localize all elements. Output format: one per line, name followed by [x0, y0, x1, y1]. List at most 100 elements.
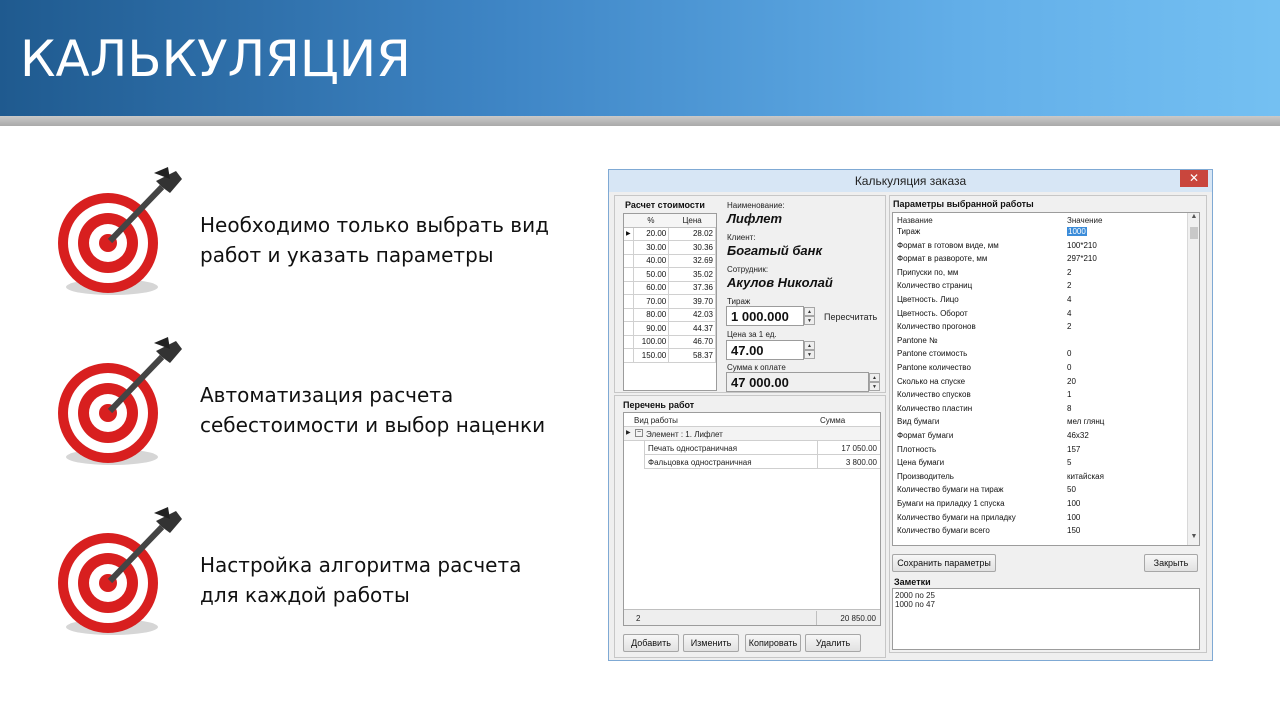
scroll-thumb[interactable]	[1190, 227, 1198, 239]
col-param-name[interactable]: Название	[897, 216, 933, 225]
param-value[interactable]: 100	[1067, 513, 1080, 522]
param-value[interactable]: 2	[1067, 281, 1071, 290]
table-row[interactable]: 50.00 35.02	[624, 267, 716, 282]
edit-button[interactable]: Изменить	[683, 634, 739, 652]
param-row[interactable]: Цветность. Лицо 4	[893, 295, 1189, 309]
param-row[interactable]: Плотность 157	[893, 445, 1189, 459]
spin-up-icon[interactable]: ▲	[869, 373, 880, 382]
unit-price-input[interactable]: 47.00	[726, 340, 804, 360]
param-value[interactable]: 0	[1067, 349, 1071, 358]
col-work-type[interactable]: Вид работы	[634, 416, 678, 425]
param-value[interactable]: 2	[1067, 268, 1071, 277]
param-value[interactable]: 46x32	[1067, 431, 1089, 440]
param-value[interactable]: 157	[1067, 445, 1080, 454]
param-row[interactable]: Количество бумаги всего 150	[893, 526, 1189, 540]
param-row[interactable]: Бумаги на приладку 1 спуска 100	[893, 499, 1189, 513]
param-value[interactable]: китайская	[1067, 472, 1104, 481]
param-row[interactable]: Количество страниц 2	[893, 281, 1189, 295]
param-value[interactable]: 1	[1067, 390, 1071, 399]
group-row[interactable]: ▶ − Элемент : 1. Лифлет	[624, 427, 880, 441]
param-name: Цветность. Оборот	[897, 308, 968, 318]
run-input[interactable]: 1 000.000	[726, 306, 804, 326]
param-name: Количество прогонов	[897, 322, 976, 332]
spin-up-icon[interactable]: ▲	[804, 341, 815, 350]
param-row[interactable]: Количество спусков 1	[893, 390, 1189, 404]
spin-up-icon[interactable]: ▲	[804, 307, 815, 316]
cost-panel-title: Расчет стоимости	[625, 200, 705, 210]
param-name: Тираж	[897, 227, 921, 236]
table-row[interactable]: 90.00 44.37	[624, 321, 716, 336]
bullet-item: Автоматизация расчета себестоимости и вы…	[50, 335, 570, 475]
param-row[interactable]: Формат бумаги 46x32	[893, 431, 1189, 445]
unit-price-label: Цена за 1 ед.	[727, 330, 777, 339]
table-row[interactable]: 70.00 39.70	[624, 294, 716, 309]
param-row[interactable]: Производитель китайская	[893, 472, 1189, 486]
works-panel-title: Перечень работ	[623, 400, 695, 410]
param-value[interactable]: 4	[1067, 309, 1071, 318]
param-value[interactable]: 297*210	[1067, 254, 1097, 263]
close-icon[interactable]: ✕	[1180, 170, 1208, 187]
param-value[interactable]: 5	[1067, 458, 1071, 467]
col-param-value[interactable]: Значение	[1067, 216, 1102, 225]
total-field: 47 000.00	[726, 372, 869, 392]
param-row[interactable]: Количество бумаги на приладку 100	[893, 513, 1189, 527]
param-row[interactable]: Тираж 1000	[893, 227, 1189, 241]
bullet-item: Необходимо только выбрать вид работ и ук…	[50, 165, 570, 305]
param-row[interactable]: Количество прогонов 2	[893, 322, 1189, 336]
param-row[interactable]: Pantone стоимость 0	[893, 349, 1189, 363]
param-value[interactable]: 1000	[1067, 227, 1087, 236]
param-row[interactable]: Цена бумаги 5	[893, 458, 1189, 472]
col-price[interactable]: Цена	[668, 214, 716, 228]
delete-button[interactable]: Удалить	[805, 634, 861, 652]
works-panel: Перечень работ Вид работы Сумма ▶ − Элем…	[614, 395, 886, 658]
param-row[interactable]: Формат в развороте, мм 297*210	[893, 254, 1189, 268]
param-row[interactable]: Количество бумаги на тираж 50	[893, 485, 1189, 499]
table-row[interactable]: 30.00 30.36	[624, 240, 716, 255]
param-value[interactable]: 0	[1067, 363, 1071, 372]
table-row[interactable]: 150.00 58.37	[624, 348, 716, 363]
save-params-button[interactable]: Сохранить параметры	[892, 554, 996, 572]
param-value[interactable]: мел глянц	[1067, 417, 1104, 426]
param-value[interactable]: 100*210	[1067, 241, 1097, 250]
price-grid[interactable]: % Цена ▶ 20.00 28.02 30.00 30.36 40.00 32.69…	[623, 213, 717, 391]
param-row[interactable]: Формат в готовом виде, мм 100*210	[893, 241, 1189, 255]
recalc-button[interactable]: Пересчитать	[824, 312, 877, 322]
param-name: Формат в готовом виде, мм	[897, 240, 999, 250]
param-value[interactable]: 8	[1067, 404, 1071, 413]
table-row[interactable]: Печать одностраничная 17 050.00	[644, 441, 880, 455]
param-value[interactable]: 100	[1067, 499, 1080, 508]
add-button[interactable]: Добавить	[623, 634, 679, 652]
param-row[interactable]: Цветность. Оборот 4	[893, 309, 1189, 323]
scroll-down-icon[interactable]: ▼	[1189, 533, 1199, 545]
col-percent[interactable]: %	[633, 214, 669, 228]
works-grid[interactable]: Вид работы Сумма ▶ − Элемент : 1. Лифлет…	[623, 412, 881, 626]
param-row[interactable]: Сколько на спуске 20	[893, 377, 1189, 391]
param-value[interactable]: 20	[1067, 377, 1076, 386]
param-row[interactable]: Pantone количество 0	[893, 363, 1189, 377]
copy-button[interactable]: Копировать	[745, 634, 801, 652]
param-row[interactable]: Вид бумаги мел глянц	[893, 417, 1189, 431]
table-row[interactable]: 100.00 46.70	[624, 335, 716, 349]
notes-textarea[interactable]: 2000 по 25 1000 по 47	[892, 588, 1200, 650]
param-row[interactable]: Pantone №	[893, 336, 1189, 350]
param-row[interactable]: Количество пластин 8	[893, 404, 1189, 418]
spin-down-icon[interactable]: ▼	[804, 316, 815, 325]
param-row[interactable]: Припуски по, мм 2	[893, 268, 1189, 282]
param-value[interactable]: 150	[1067, 526, 1080, 535]
spin-down-icon[interactable]: ▼	[804, 350, 815, 359]
table-row[interactable]: Фальцовка одностраничная 3 800.00	[644, 455, 880, 469]
collapse-icon[interactable]: −	[635, 429, 643, 437]
close-button[interactable]: Закрыть	[1144, 554, 1198, 572]
params-grid[interactable]: Название Значение Тираж 1000 Формат в гото…	[892, 212, 1200, 546]
table-row[interactable]: 60.00 37.36	[624, 281, 716, 295]
params-scrollbar[interactable]: ▲ ▼	[1187, 213, 1199, 545]
table-row[interactable]: ▶ 20.00 28.02	[624, 227, 716, 241]
table-row[interactable]: 40.00 32.69	[624, 254, 716, 268]
scroll-up-icon[interactable]: ▲	[1189, 213, 1199, 225]
param-value[interactable]: 4	[1067, 295, 1071, 304]
param-value[interactable]: 50	[1067, 485, 1076, 494]
table-row[interactable]: 80.00 42.03	[624, 308, 716, 322]
col-sum[interactable]: Сумма	[820, 416, 845, 425]
spin-down-icon[interactable]: ▼	[869, 382, 880, 391]
param-value[interactable]: 2	[1067, 322, 1071, 331]
